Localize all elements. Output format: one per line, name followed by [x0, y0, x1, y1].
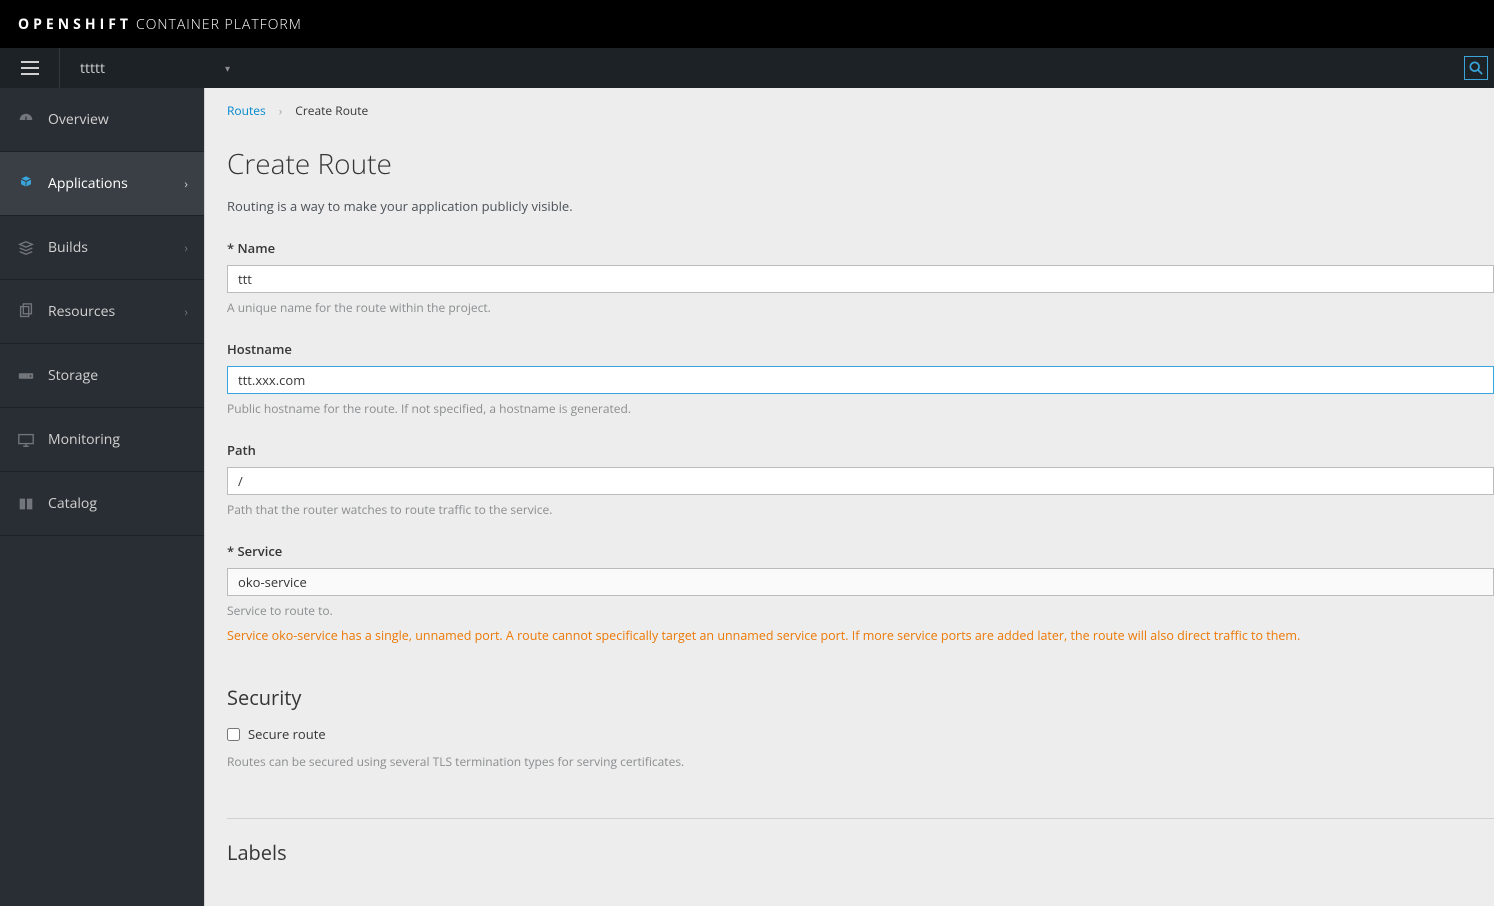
- labels-heading: Labels: [227, 839, 1494, 866]
- sidebar-item-storage[interactable]: Storage: [0, 344, 204, 408]
- service-select[interactable]: oko-service: [227, 568, 1494, 596]
- hamburger-button[interactable]: [0, 48, 60, 88]
- sidebar-item-monitoring[interactable]: Monitoring: [0, 408, 204, 472]
- sidebar-item-label: Overview: [48, 110, 109, 129]
- copy-icon: [16, 303, 36, 321]
- chevron-down-icon: ▾: [225, 61, 230, 75]
- search-icon: [1469, 61, 1483, 75]
- search-button[interactable]: [1464, 56, 1488, 80]
- path-help: Path that the router watches to route tr…: [227, 501, 1494, 518]
- breadcrumb-current: Create Route: [295, 102, 368, 119]
- path-field: Path Path that the router watches to rou…: [227, 441, 1494, 518]
- sidebar-item-applications[interactable]: Applications ›: [0, 152, 204, 216]
- project-name: ttttt: [80, 59, 105, 78]
- sidebar-item-catalog[interactable]: Catalog: [0, 472, 204, 536]
- brand-light: CONTAINER PLATFORM: [136, 15, 302, 34]
- name-field: Name A unique name for the route within …: [227, 239, 1494, 316]
- hostname-input[interactable]: [227, 366, 1494, 394]
- service-warning: Service oko-service has a single, unname…: [227, 627, 1494, 644]
- sidebar-item-label: Resources: [48, 302, 115, 321]
- secure-route-label: Secure route: [248, 725, 326, 743]
- page-title: Create Route: [227, 145, 1494, 183]
- breadcrumb-parent[interactable]: Routes: [227, 102, 266, 119]
- sidebar-item-resources[interactable]: Resources ›: [0, 280, 204, 344]
- layers-icon: [16, 239, 36, 257]
- breadcrumb-separator: ›: [279, 104, 282, 119]
- sidebar-item-label: Monitoring: [48, 430, 120, 449]
- service-value: oko-service: [238, 573, 307, 591]
- security-help: Routes can be secured using several TLS …: [227, 753, 1494, 770]
- sidebar-item-label: Storage: [48, 366, 98, 385]
- name-help: A unique name for the route within the p…: [227, 299, 1494, 316]
- cubes-icon: [16, 175, 36, 193]
- sidebar-item-builds[interactable]: Builds ›: [0, 216, 204, 280]
- chevron-right-icon: ›: [184, 175, 188, 192]
- breadcrumb: Routes › Create Route: [227, 102, 1494, 119]
- chevron-right-icon: ›: [184, 239, 188, 256]
- sidebar-item-label: Applications: [48, 174, 128, 193]
- dashboard-icon: [16, 111, 36, 129]
- chevron-right-icon: ›: [184, 303, 188, 320]
- name-input[interactable]: [227, 265, 1494, 293]
- security-heading: Security: [227, 684, 1494, 711]
- desktop-icon: [16, 431, 36, 449]
- secure-route-row[interactable]: Secure route: [227, 725, 1494, 743]
- navbar: ttttt ▾: [0, 48, 1494, 88]
- hostname-field: Hostname Public hostname for the route. …: [227, 340, 1494, 417]
- brand-strong: OPENSHIFT: [18, 15, 132, 34]
- masthead: OPENSHIFT CONTAINER PLATFORM: [0, 0, 1494, 48]
- service-field: Service oko-service Service to route to.…: [227, 542, 1494, 644]
- hamburger-icon: [21, 61, 39, 75]
- content: Routes › Create Route Create Route Routi…: [204, 88, 1494, 906]
- name-label: Name: [227, 239, 1494, 257]
- service-help: Service to route to.: [227, 602, 1494, 619]
- secure-route-checkbox[interactable]: [227, 728, 240, 741]
- service-label: Service: [227, 542, 1494, 560]
- book-icon: [16, 495, 36, 513]
- path-input[interactable]: [227, 467, 1494, 495]
- hdd-icon: [16, 367, 36, 385]
- sidebar-item-label: Catalog: [48, 494, 97, 513]
- hostname-label: Hostname: [227, 340, 1494, 358]
- path-label: Path: [227, 441, 1494, 459]
- hostname-help: Public hostname for the route. If not sp…: [227, 400, 1494, 417]
- project-selector[interactable]: ttttt ▾: [60, 59, 250, 78]
- sidebar-item-label: Builds: [48, 238, 88, 257]
- sidebar-item-overview[interactable]: Overview: [0, 88, 204, 152]
- sidebar: Overview Applications › Builds › Resourc…: [0, 88, 204, 906]
- divider: [227, 818, 1494, 819]
- page-lead: Routing is a way to make your applicatio…: [227, 197, 1494, 215]
